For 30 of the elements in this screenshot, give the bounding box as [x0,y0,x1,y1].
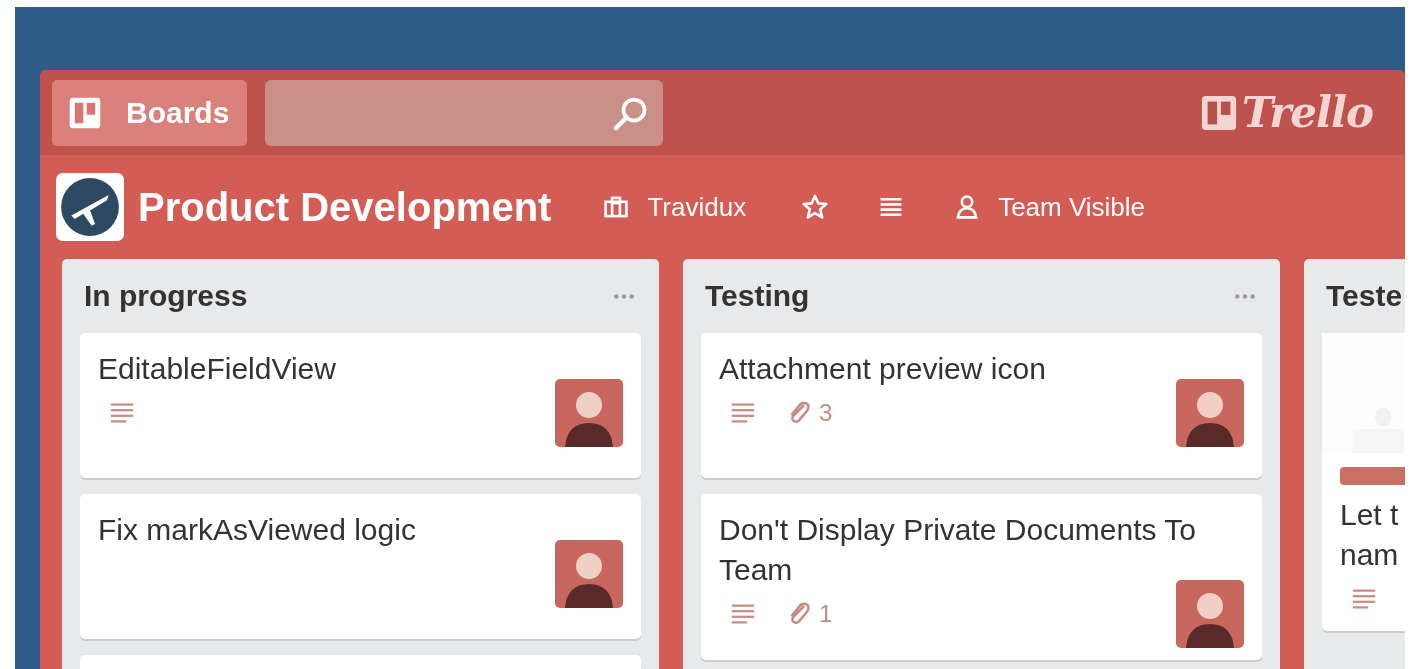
board-title[interactable]: Product Development [138,184,552,230]
search-field[interactable] [265,79,664,146]
visibility-button[interactable]: Team Visible [946,187,1154,227]
team-button[interactable]: Travidux [595,187,755,227]
avatar[interactable] [555,379,623,447]
card-title: EditableFieldView [98,351,337,387]
card[interactable]: Attachment preview icon 3 [701,333,1262,478]
briefcase-icon [603,194,630,220]
card[interactable]: Fix markAsViewed logic [80,494,641,639]
avatar[interactable] [1176,379,1244,447]
trello-logo-icon [1200,93,1238,132]
list-title[interactable]: Teste [1326,279,1403,313]
card[interactable]: Don't Display Private Documents To Team 1 [701,494,1262,660]
card-title: Let t nam [1340,497,1400,573]
card-title: Fix markAsViewed logic [98,512,417,548]
more-icon[interactable] [613,292,635,300]
card-title: Don't Display Private Documents To Team [719,512,1198,588]
person-icon [954,194,981,220]
card[interactable]: EditableFieldView [80,333,641,478]
trello-logo: Trello [1242,88,1373,137]
list-title[interactable]: Testing [705,279,810,313]
card[interactable]: Let t nam [1322,333,1405,631]
attachment-count: 3 [819,399,833,427]
attachment-count: 1 [819,600,833,628]
avatar[interactable] [555,540,623,608]
list-title[interactable]: In progress [84,279,248,313]
card-title: Attachment preview icon [719,351,1047,387]
boards-icon [68,95,102,130]
avatar[interactable] [1176,580,1244,648]
more-icon[interactable] [1234,292,1256,300]
